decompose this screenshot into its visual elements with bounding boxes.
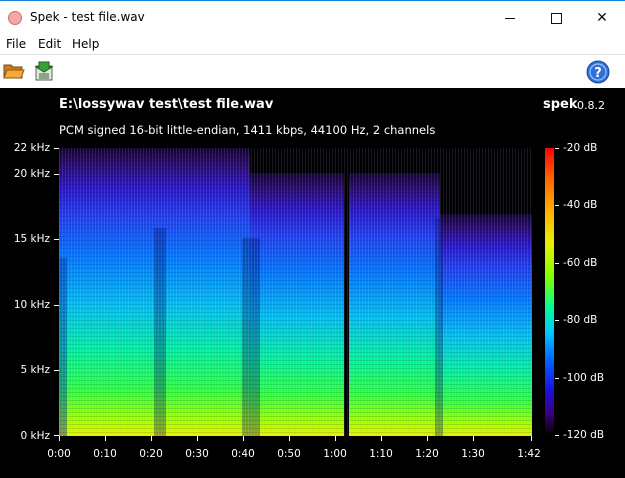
spectrogram-image[interactable] [59, 148, 532, 436]
db-label: -40 dB [563, 199, 598, 211]
maximize-button[interactable] [533, 1, 579, 35]
menu-file[interactable]: File [6, 37, 26, 51]
db-label: -20 dB [563, 142, 598, 154]
db-label: -60 dB [563, 257, 598, 269]
svg-text:?: ? [594, 66, 602, 81]
time-tick [243, 436, 244, 441]
time-tick [473, 436, 474, 441]
save-icon[interactable] [33, 60, 55, 82]
db-tick [555, 435, 559, 436]
minimize-button[interactable] [487, 1, 533, 35]
freq-label: 22 kHz [13, 142, 50, 154]
time-label: 1:42 [517, 448, 541, 460]
spek-version: 0.8.2 [577, 99, 605, 112]
time-tick [531, 436, 532, 441]
time-tick [59, 436, 60, 441]
db-label: -80 dB [563, 314, 598, 326]
db-tick [555, 378, 559, 379]
file-path-label: E:\lossywav test\test file.wav [59, 97, 274, 112]
menu-bar: File Edit Help [0, 35, 625, 55]
db-colorbar [545, 148, 554, 436]
db-tick [555, 263, 559, 264]
time-label: 0:10 [93, 448, 117, 460]
db-label: -120 dB [563, 429, 605, 441]
time-label: 1:00 [323, 448, 347, 460]
file-info-label: PCM signed 16-bit little-endian, 1411 kb… [59, 123, 436, 137]
menu-help[interactable]: Help [72, 37, 99, 51]
time-label: 0:20 [139, 448, 163, 460]
folder-open-icon[interactable] [3, 60, 25, 82]
time-label: 0:00 [47, 448, 71, 460]
spectrogram-panel: E:\lossywav test\test file.wav spek 0.8.… [0, 88, 625, 478]
time-tick [427, 436, 428, 441]
time-tick [197, 436, 198, 441]
maximize-icon [550, 12, 562, 24]
toolbar: ? [0, 55, 625, 88]
freq-label: 5 kHz [20, 364, 50, 376]
time-label: 0:50 [277, 448, 301, 460]
time-label: 1:30 [461, 448, 485, 460]
window-titlebar[interactable]: Spek - test file.wav ✕ [0, 0, 625, 35]
time-label: 1:20 [415, 448, 439, 460]
db-tick [555, 205, 559, 206]
freq-label: 20 kHz [13, 168, 50, 180]
freq-label: 10 kHz [13, 299, 50, 311]
menu-edit[interactable]: Edit [38, 37, 61, 51]
time-label: 1:10 [369, 448, 393, 460]
spek-brand: spek [543, 97, 578, 112]
time-label: 0:40 [231, 448, 255, 460]
time-tick [335, 436, 336, 441]
time-tick [289, 436, 290, 441]
db-tick [555, 320, 559, 321]
help-icon[interactable]: ? [586, 60, 610, 84]
time-label: 0:30 [185, 448, 209, 460]
freq-label: 0 kHz [20, 430, 50, 442]
minimize-icon [505, 17, 515, 19]
db-tick [555, 148, 559, 149]
close-icon: ✕ [596, 10, 608, 26]
time-tick [105, 436, 106, 441]
freq-label: 15 kHz [13, 233, 50, 245]
time-tick [381, 436, 382, 441]
close-button[interactable]: ✕ [579, 1, 625, 35]
spek-app-icon [8, 11, 22, 25]
time-tick [151, 436, 152, 441]
db-label: -100 dB [563, 372, 605, 384]
window-title: Spek - test file.wav [30, 10, 145, 24]
